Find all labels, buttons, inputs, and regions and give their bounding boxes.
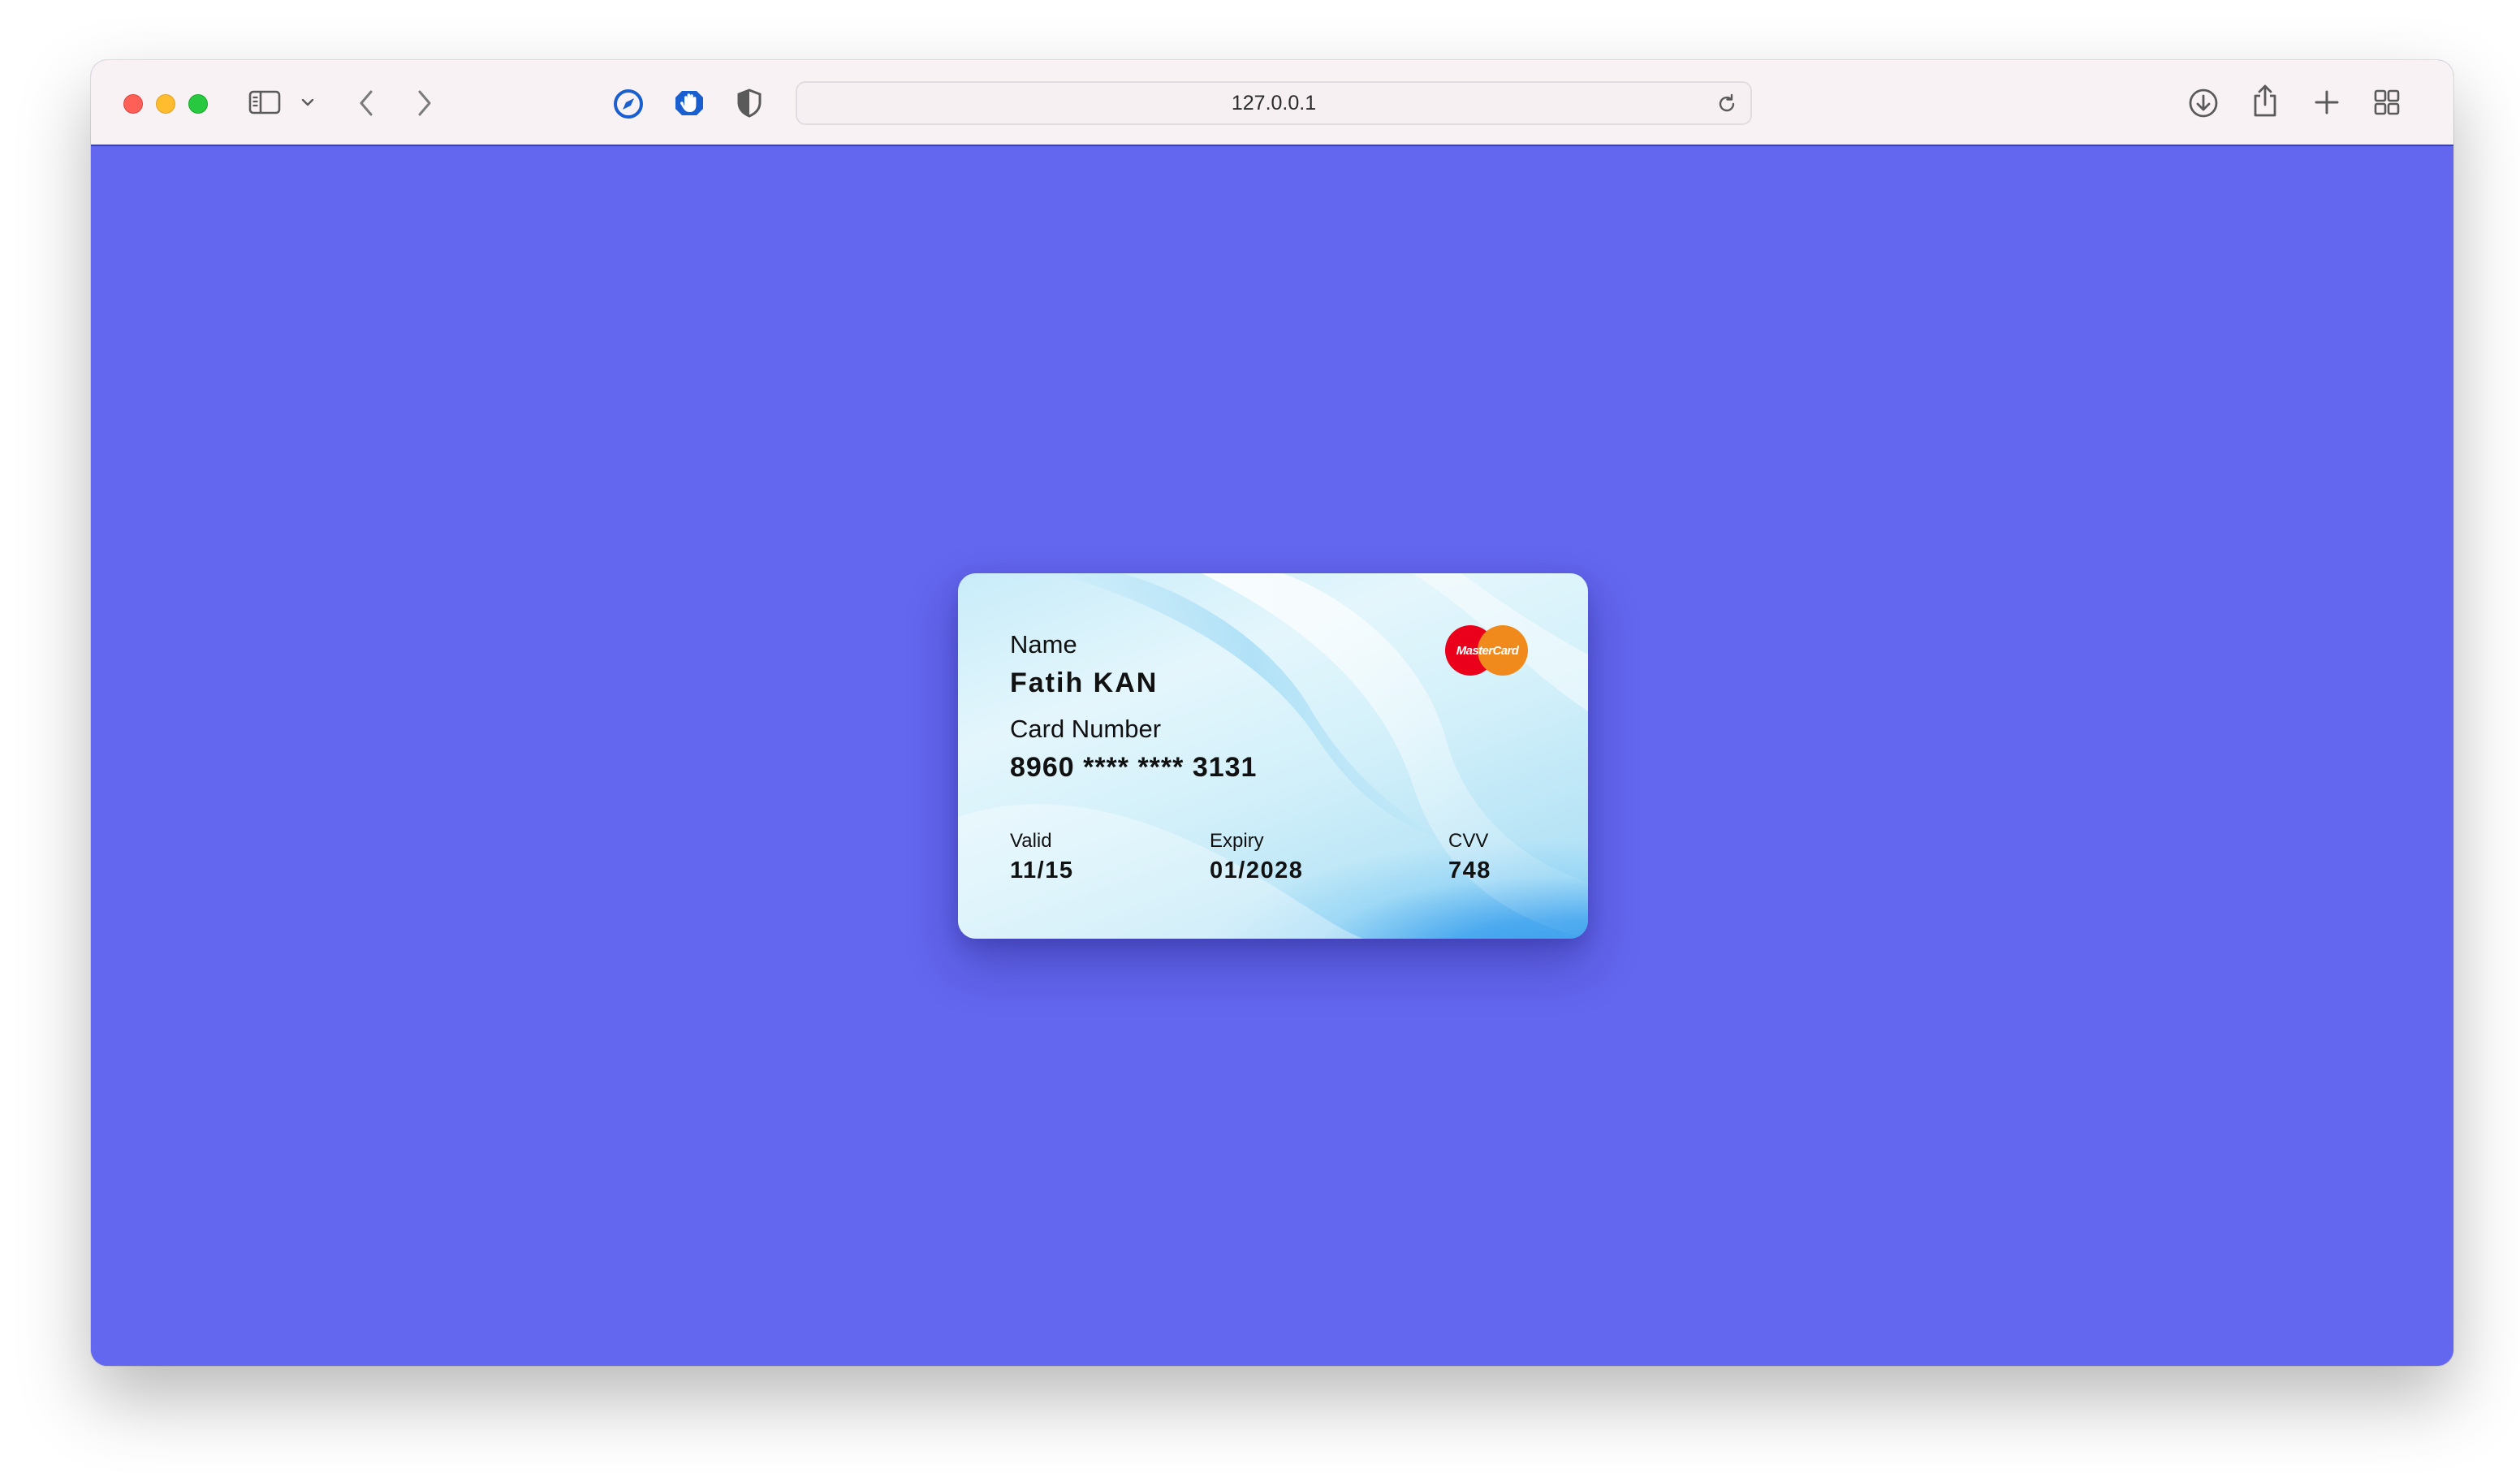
shield-extension-icon[interactable]: [736, 88, 763, 119]
name-label: Name: [1010, 630, 1077, 659]
cvv-value: 748: [1448, 857, 1491, 883]
download-icon[interactable]: [2187, 87, 2220, 119]
mastercard-logo: MasterCard: [1445, 625, 1530, 677]
mastercard-wordmark: MasterCard: [1456, 643, 1519, 658]
card-number-label: Card Number: [1010, 715, 1162, 743]
reload-icon[interactable]: [1715, 92, 1739, 120]
card-number: 8960 **** **** 3131: [1010, 752, 1258, 783]
hand-extension-icon[interactable]: [672, 86, 706, 120]
expiry-value: 01/2028: [1210, 857, 1304, 883]
forward-icon[interactable]: [414, 88, 435, 119]
chevron-down-icon[interactable]: [300, 96, 315, 109]
plus-icon[interactable]: [2312, 88, 2341, 117]
expiry-label: Expiry: [1210, 830, 1264, 852]
share-icon[interactable]: [2250, 83, 2280, 119]
close-window-button[interactable]: [123, 94, 143, 114]
address-bar[interactable]: 127.0.0.1: [796, 81, 1752, 125]
minimize-window-button[interactable]: [156, 94, 175, 114]
url-text: 127.0.0.1: [1231, 91, 1317, 114]
page-content: Name Fatih KAN Card Number 8960 **** ***…: [91, 146, 2453, 1366]
browser-toolbar: 127.0.0.1: [91, 60, 2453, 146]
browser-window: 127.0.0.1 Name Fatih KAN Card Number 896…: [91, 60, 2453, 1366]
tab-overview-icon[interactable]: [2372, 88, 2401, 117]
credit-card: Name Fatih KAN Card Number 8960 **** ***…: [958, 573, 1588, 939]
valid-value: 11/15: [1010, 857, 1074, 883]
back-icon[interactable]: [356, 88, 377, 119]
sidebar-icon[interactable]: [248, 89, 281, 115]
zoom-window-button[interactable]: [188, 94, 208, 114]
valid-label: Valid: [1010, 830, 1052, 852]
cvv-label: CVV: [1448, 830, 1489, 852]
cardholder-name: Fatih KAN: [1010, 667, 1159, 698]
compass-extension-icon[interactable]: [612, 88, 645, 120]
